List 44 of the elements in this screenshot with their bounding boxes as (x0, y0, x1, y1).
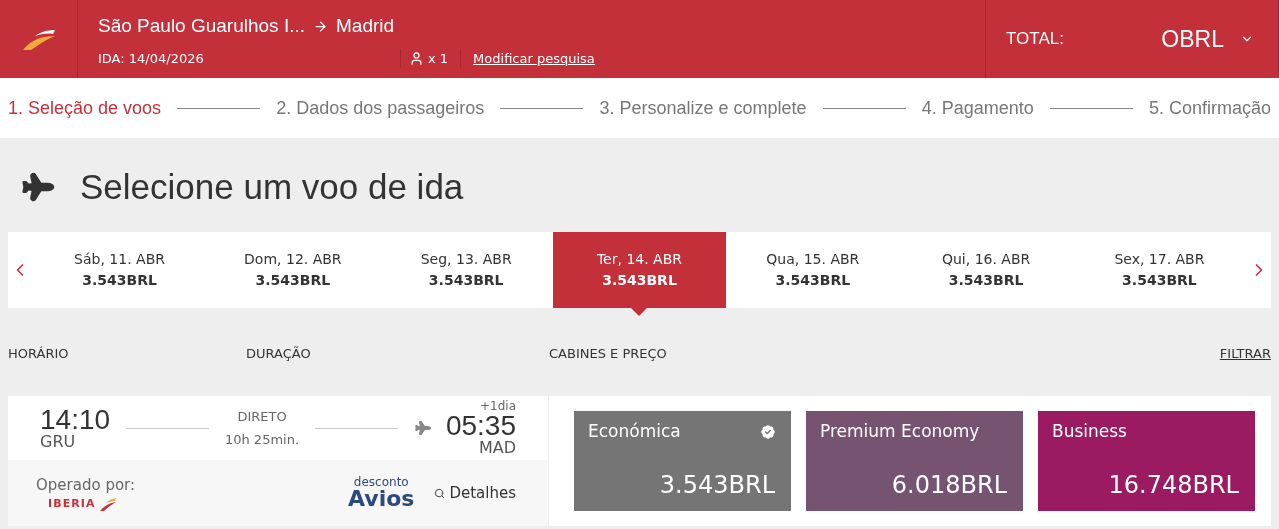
pointer-icon (631, 308, 648, 316)
airport-code: MAD (478, 440, 516, 456)
cabin-fare-button[interactable]: Business 16.748BRL (1038, 411, 1255, 511)
modify-search-link[interactable]: Modificar pesquisa (460, 48, 595, 68)
departure-date: IDA: 14/04/2026 (98, 49, 205, 68)
origin-city: São Paulo Guarulhos I... (98, 14, 305, 38)
search-icon (434, 487, 446, 499)
details-button[interactable]: Detalhes (434, 481, 516, 505)
date-tab[interactable]: Dom, 12. ABR 3.543BRL (206, 232, 380, 308)
total-label: TOTAL: (1006, 28, 1064, 51)
date-tab[interactable]: Qua, 15. ABR 3.543BRL (726, 232, 900, 308)
column-header: CABINES E PREÇO (549, 345, 667, 364)
step-label: 5. Confirmação (1148, 96, 1271, 120)
date-tab[interactable]: Sáb, 11. ABR 3.543BRL (32, 232, 207, 308)
date-tab[interactable]: Seg, 13. ABR 3.543BRL (379, 232, 553, 308)
date-tab[interactable]: Sex, 17. ABR 3.543BRL (1072, 232, 1247, 308)
airport-code: GRU (40, 434, 77, 450)
next-day-note: +1dia (480, 400, 516, 412)
departure-time: 14:10 (40, 406, 111, 434)
destination-city: Madrid (336, 14, 395, 38)
column-header: HORÁRIO (8, 345, 70, 364)
flight-duration: 10h 25min. (224, 431, 300, 449)
page-title: Selecione um voo de ida (80, 165, 464, 208)
arrival-time: 05:35 (445, 412, 516, 440)
avios-label: Avios (348, 488, 415, 510)
step-label: 1. Seleção de voos (8, 96, 162, 120)
step-label: 4. Pagamento (921, 96, 1034, 120)
step-label: 2. Dados dos passageiros (276, 96, 485, 120)
operated-by-label: Operado por: (36, 474, 136, 496)
discount-label: desconto (353, 476, 409, 488)
date-tab[interactable]: Qui, 16. ABR 3.543BRL (899, 232, 1073, 308)
airline-name: IBERIA (48, 496, 96, 512)
cabin-fare-button[interactable]: Económica 3.543BRL (574, 411, 791, 511)
filter-link[interactable]: FILTRAR (1219, 344, 1271, 364)
column-header: DURAÇÃO (246, 345, 312, 364)
arrow-icon (313, 18, 328, 34)
passenger-count: x 1 (428, 49, 449, 68)
airline-logo-icon (99, 497, 116, 512)
total-price[interactable]: OBRL (1161, 21, 1224, 57)
step-label: 3. Personalize e complete (599, 96, 807, 120)
flight-type: DIRETO (237, 407, 287, 426)
cabin-fare-button[interactable]: Premium Economy 6.018BRL (806, 411, 1023, 511)
check-badge-icon (759, 422, 777, 441)
passenger-icon (409, 50, 424, 66)
